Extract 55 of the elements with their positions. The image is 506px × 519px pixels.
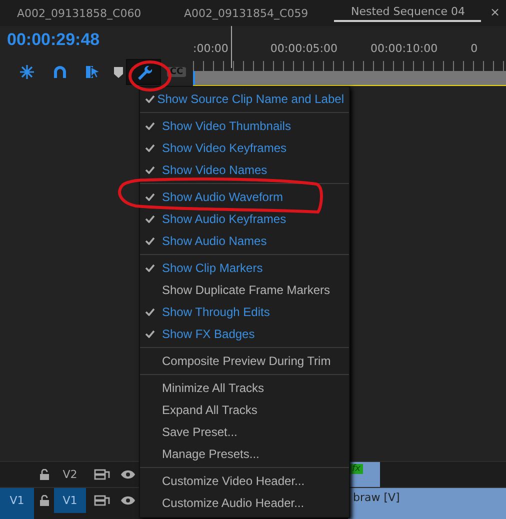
- menu-item[interactable]: Show Video Names: [145, 159, 344, 181]
- sequence-tab[interactable]: A002_09131854_C059: [167, 6, 334, 20]
- sync-lock-icon[interactable]: [94, 495, 110, 506]
- menu-item[interactable]: Save Preset...: [145, 421, 344, 443]
- sequence-tab[interactable]: Nested Sequence 04: [334, 4, 481, 22]
- source-patch[interactable]: V1: [0, 488, 34, 513]
- close-icon[interactable]: ×: [490, 5, 500, 19]
- check-icon: [145, 330, 155, 338]
- menu-item[interactable]: Composite Preview During Trim: [145, 350, 344, 372]
- ruler-label: 00:00:10:00: [370, 42, 438, 55]
- track-label[interactable]: V2: [54, 462, 86, 487]
- check-icon: [145, 264, 155, 272]
- menu-item[interactable]: Show Audio Waveform: [145, 186, 344, 208]
- clip[interactable]: braw [V]: [348, 488, 506, 513]
- menu-item[interactable]: Manage Presets...: [145, 443, 344, 465]
- sequence-tab[interactable]: A002_09131858_C060: [0, 6, 167, 20]
- check-icon: [145, 166, 155, 174]
- marker-icon: [114, 66, 122, 78]
- menu-item[interactable]: Customize Video Header...: [145, 470, 344, 492]
- menu-item[interactable]: Show Video Keyframes: [145, 137, 344, 159]
- clip[interactable]: fx: [348, 462, 380, 487]
- timecode[interactable]: 00:00:29:48: [0, 26, 193, 60]
- check-icon: [145, 308, 155, 316]
- ruler-label: :00:00: [193, 42, 228, 55]
- eye-icon[interactable]: [121, 470, 135, 479]
- eye-icon[interactable]: [121, 496, 135, 505]
- menu-item[interactable]: Minimize All Tracks: [145, 377, 344, 399]
- menu-item[interactable]: Expand All Tracks: [145, 399, 344, 421]
- sync-lock-icon[interactable]: [94, 469, 110, 480]
- wrench-icon: [136, 64, 152, 80]
- clip-name: braw [V]: [352, 491, 400, 504]
- menu-item[interactable]: Show Duplicate Frame Markers: [145, 279, 344, 301]
- lock-icon[interactable]: [40, 469, 48, 480]
- snap-icon: [18, 64, 34, 80]
- check-icon: [145, 237, 155, 245]
- menu-item[interactable]: Customize Audio Header...: [145, 492, 344, 514]
- check-icon: [145, 95, 155, 103]
- ruler-label: 0: [470, 42, 478, 55]
- check-icon: [145, 193, 155, 201]
- menu-item[interactable]: Show Source Clip Name and Label: [145, 88, 344, 110]
- check-icon: [145, 215, 155, 223]
- menu-item[interactable]: Show Video Thumbnails: [145, 115, 344, 137]
- lock-icon[interactable]: [40, 495, 48, 506]
- check-icon: [145, 144, 155, 152]
- fx-badge: fx: [350, 464, 362, 474]
- menu-item[interactable]: Show Through Edits: [145, 301, 344, 323]
- check-icon: [145, 122, 155, 130]
- track-label[interactable]: V1: [54, 488, 86, 513]
- magnet-icon: [52, 65, 66, 79]
- linked-selection-icon: [84, 64, 100, 80]
- ruler-label: 00:00:05:00: [270, 42, 338, 55]
- menu-item[interactable]: Show Audio Keyframes: [145, 208, 344, 230]
- menu-item[interactable]: Show FX Badges: [145, 323, 344, 345]
- menu-item[interactable]: Show Clip Markers: [145, 257, 344, 279]
- menu-item[interactable]: Show Audio Names: [145, 230, 344, 252]
